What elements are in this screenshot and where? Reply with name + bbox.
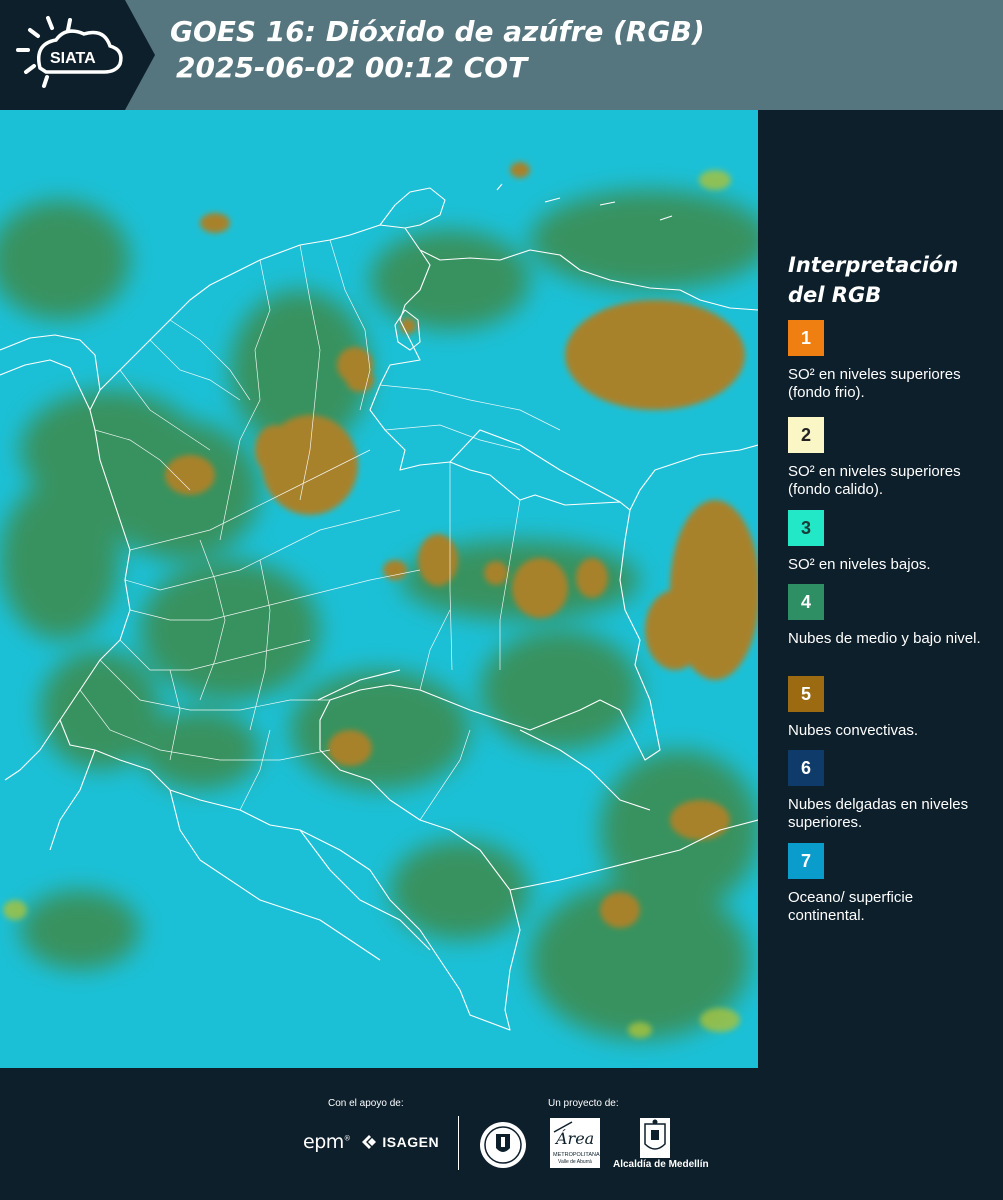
header-bar: SIATA GOES 16: Dióxido de azúfre (RGB) 2… <box>0 0 1003 110</box>
footer-bar: Con el apoyo de: Un proyecto de: epm® IS… <box>0 1068 1003 1200</box>
legend-label-3: SO² en niveles bajos. <box>788 556 931 573</box>
legend-swatch-3: 3 <box>788 510 824 546</box>
svg-text:SIATA: SIATA <box>50 50 96 67</box>
isagen-logo: ISAGEN <box>362 1134 439 1150</box>
legend-swatch-6: 6 <box>788 750 824 786</box>
svg-text:METROPOLITANA: METROPOLITANA <box>553 1152 600 1158</box>
footer-divider <box>458 1116 459 1170</box>
svg-text:Valle de Aburrá: Valle de Aburrá <box>558 1159 592 1165</box>
legend-label-2: SO² en niveles superiores (fondo calido)… <box>788 463 961 498</box>
legend-item-6: 6 Nubes delgadas en niveles superiores. <box>788 750 988 832</box>
legend-panel: Interpretación del RGB 1 SO² en niveles … <box>758 110 1003 1068</box>
legend-swatch-2: 2 <box>788 417 824 453</box>
satellite-rgb-map <box>0 110 758 1068</box>
legend-item-4: 4 Nubes de medio y bajo nivel. <box>788 584 988 648</box>
legend-label-5: Nubes convectivas. <box>788 722 919 739</box>
legend-item-3: 3 SO² en niveles bajos. <box>788 510 988 574</box>
legend-label-6: Nubes delgadas en niveles superiores. <box>788 796 969 831</box>
alcaldia-shield-icon <box>640 1118 670 1163</box>
area-metropolitana-logo: Área METROPOLITANA Valle de Aburrá <box>550 1118 600 1173</box>
title-line-1: GOES 16: Dióxido de azúfre (RGB) <box>170 15 705 48</box>
epm-logo: epm® <box>303 1131 351 1153</box>
title-line-2: 2025-06-02 00:12 COT <box>176 51 528 84</box>
legend-swatch-1: 1 <box>788 320 824 356</box>
alcaldia-label: Alcaldía de Medellín <box>613 1159 709 1170</box>
legend-item-5: 5 Nubes convectivas. <box>788 676 988 740</box>
legend-title: Interpretación del RGB <box>788 250 958 310</box>
legend-label-1: SO² en niveles superiores (fondo frio). <box>788 366 961 401</box>
legend-item-7: 7 Oceano/ superficie continental. <box>788 843 988 925</box>
legend-title-line-2: del RGB <box>788 283 882 307</box>
legend-label-4: Nubes de medio y bajo nivel. <box>788 630 981 647</box>
legend-label-7: Oceano/ superficie continental. <box>788 889 914 924</box>
isagen-mark-icon <box>362 1135 376 1149</box>
legend-swatch-5: 5 <box>788 676 824 712</box>
project-label: Un proyecto de: <box>548 1098 619 1109</box>
support-label: Con el apoyo de: <box>328 1098 404 1109</box>
siata-logo: SIATA <box>0 0 155 110</box>
legend-title-line-1: Interpretación <box>788 253 959 277</box>
svg-text:Área: Área <box>554 1128 594 1148</box>
universidad-seal-icon <box>478 1120 528 1175</box>
legend-swatch-7: 7 <box>788 843 824 879</box>
legend-item-1: 1 SO² en niveles superiores (fondo frio)… <box>788 320 988 402</box>
page-title: GOES 16: Dióxido de azúfre (RGB) 2025-06… <box>170 14 705 86</box>
legend-swatch-4: 4 <box>788 584 824 620</box>
legend-item-2: 2 SO² en niveles superiores (fondo calid… <box>788 417 988 517</box>
